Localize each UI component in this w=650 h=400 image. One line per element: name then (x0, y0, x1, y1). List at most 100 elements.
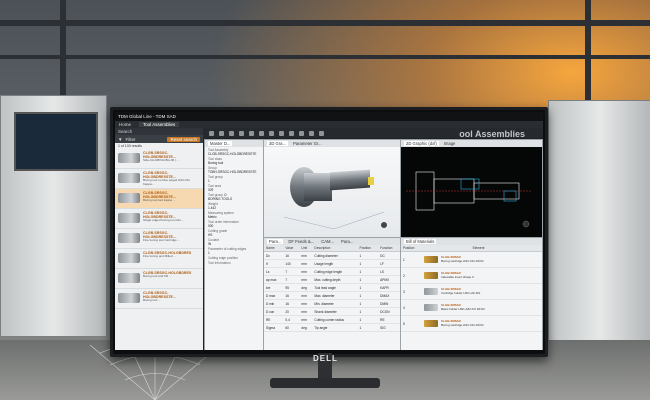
field-value[interactable]: HS (205, 233, 263, 237)
tab-params-0[interactable]: Para... (267, 239, 284, 244)
field-value[interactable]: 000 (205, 224, 263, 228)
measure-icon[interactable] (319, 130, 324, 136)
param-cell: 1 (357, 251, 379, 260)
param-cell: mm (299, 275, 313, 284)
field-value[interactable]: CLGB-SRSGC-HOLGBDRESSTE (205, 152, 263, 156)
field-value[interactable]: BORING TOOLS (205, 197, 263, 201)
bom-position: 2 (403, 273, 405, 278)
bom-col-element[interactable]: Element (470, 245, 542, 252)
bom-row[interactable]: 5 CLGB-SRSGC Boring cartridge HSC-DG DFO… (401, 316, 542, 332)
field-value[interactable]: 1.442 (205, 206, 263, 210)
param-cell: 1 (357, 275, 379, 284)
settings-icon[interactable] (299, 130, 304, 136)
2d-drawing-viewport[interactable] (401, 147, 542, 237)
title-bar: TDM Global Line - TDM SAD (115, 112, 543, 121)
table-row[interactable]: Ls 7 mm Cutting edge length 1 LS (264, 267, 400, 276)
tab-2d-graphic[interactable]: 2D Graphic (dxf) (404, 141, 439, 146)
list-item[interactable]: CLGB-SRSGC-HOLGBDRES Fine boring and Mil… (115, 249, 203, 269)
edit-icon[interactable] (239, 130, 244, 136)
menu-home[interactable]: Home (119, 122, 131, 127)
search-input[interactable]: Search (115, 128, 203, 135)
field-value[interactable]: IN (205, 242, 263, 246)
save-icon[interactable] (269, 130, 274, 136)
item-desc: Boring tool no blue edged HSC-DG Kappa..… (143, 178, 190, 186)
tab-image[interactable]: Image (442, 141, 458, 146)
param-cell: LF (378, 259, 400, 268)
filter-label[interactable]: Filter (125, 137, 135, 142)
field-value[interactable]: 1 (205, 251, 263, 255)
bom-row[interactable]: 4 CLGB-SRSGC Basic holder HSK-A63 KO DFO… (401, 300, 542, 316)
param-cell: mm (299, 259, 313, 268)
tab-master-data[interactable]: Master D... (208, 141, 233, 146)
table-row[interactable]: Dc 16 mm Cutting diameter 1 DC (264, 251, 400, 260)
component-thumbnail (424, 288, 438, 295)
master-data-panel: Master D... Tool Assembly CLGB-SRSGC-HOL… (204, 139, 264, 350)
param-cell: Dc (264, 251, 284, 260)
field-value[interactable]: 1 (205, 179, 263, 183)
add-icon[interactable] (229, 130, 234, 136)
list-item[interactable]: CLGB-SRSGC-HOLGBDRESSTE... Single edged … (115, 209, 203, 229)
bom-desc: Boring cartridge HSC-DG DFO2 (441, 258, 484, 263)
bom-row[interactable]: 3 CLGB-SRSGC Cartridge holder HSC-HK-DG (401, 284, 542, 300)
table-row[interactable]: ap max 7 mm Max. cutting depth 1 APMX (264, 275, 400, 284)
print-icon[interactable] (279, 130, 284, 136)
refresh-icon[interactable] (219, 130, 224, 136)
tab-params-1[interactable]: DF Feeds &... (286, 239, 316, 244)
3d-viewport[interactable] (264, 147, 400, 237)
view-icon[interactable] (309, 130, 314, 136)
table-row[interactable]: kre 95 deg Tool lead angle 1 KAPR (264, 283, 400, 292)
tool-thumbnail (118, 213, 140, 223)
param-cell: DC (378, 251, 400, 260)
bom-desc: Basic holder HSK-A63 KO DFO2 (441, 306, 485, 311)
param-cell: Min. diameter (312, 299, 358, 308)
list-item[interactable]: CLGB-SRSGC-HOLGBDRESSTE... Boring tool t… (115, 189, 203, 209)
list-item[interactable]: CLGB-SRSGC-HOLGBDRESSTE... Side-CH-R8X32… (115, 149, 203, 169)
list-item[interactable]: CLGB-SRSGC-HOLGBDRESSTE... Boring tool .… (115, 289, 203, 309)
tab-bill-of-materials[interactable]: Bill of Materials (404, 239, 437, 244)
field-value[interactable]: Metric (205, 215, 263, 219)
param-cell: 7 (283, 267, 300, 276)
bom-col-position[interactable]: Position (401, 245, 471, 252)
tool-thumbnail (118, 173, 140, 183)
table-row[interactable]: lf 140 mm Usage length 1 LF (264, 259, 400, 268)
param-cell: 7 (283, 275, 300, 284)
table-row[interactable]: D max 16 mm Max. diameter 1 DMAX (264, 291, 400, 300)
delete-icon[interactable] (259, 130, 264, 136)
export-icon[interactable] (289, 130, 294, 136)
table-row[interactable]: RE 0.4 mm Cutting corner radius 1 RE (264, 315, 400, 324)
param-cell: 95 (283, 283, 300, 292)
tab-params-2[interactable]: CAM... (319, 239, 336, 244)
field-value[interactable]: TGBH-SRSGC-HOLGBDRESSTE (205, 170, 263, 174)
bom-desc: Boring cartridge HSC-DG DFO2 (441, 322, 484, 327)
tab-parameter-graphic[interactable]: Parameter Gr... (291, 141, 324, 146)
bom-position: 3 (403, 289, 405, 294)
list-item[interactable]: CLGB-SRSGC-HOLGBDRES Boring tool and KR … (115, 269, 203, 289)
component-thumbnail (424, 272, 438, 279)
tab-tool-assemblies[interactable]: Tool Assemblies (139, 122, 180, 127)
table-row[interactable]: Sigma 60 deg Tip angle 1 SIG (264, 323, 400, 332)
list-item[interactable]: CLGB-SRSGC-HOLGBDRESSTE... Boring tool n… (115, 169, 203, 189)
field-value[interactable]: Boring tool (205, 161, 263, 165)
param-cell: deg (299, 283, 313, 292)
reset-search-button[interactable]: Reset search (167, 136, 200, 142)
tab-3d-graphic[interactable]: 3D Gra... (267, 141, 288, 146)
back-icon[interactable] (209, 130, 214, 136)
bom-desc: Indexable insert shape C (441, 274, 475, 279)
3d-tool-model (283, 167, 387, 230)
filter-icon[interactable]: ▼ (118, 137, 122, 142)
filter-bar: ▼ Filter Reset search (115, 135, 203, 143)
list-item[interactable]: CLGB-SRSGC-HOLGBDRESSTE... Fine boring t… (115, 229, 203, 249)
table-row[interactable]: D con 20 mm Shank diameter 1 DCON (264, 307, 400, 316)
copy-icon[interactable] (249, 130, 254, 136)
param-cell: Max. diameter (312, 291, 358, 300)
param-cell: 1 (357, 315, 379, 324)
field-value[interactable]: 029 (205, 188, 263, 192)
param-cell: RE (378, 315, 400, 324)
param-cell: 16 (283, 291, 300, 300)
ceiling-beam (0, 55, 650, 59)
table-row[interactable]: D min 16 mm Min. diameter 1 DMIN (264, 299, 400, 308)
param-cell: 1 (357, 283, 379, 292)
tab-params-3[interactable]: Para... (339, 239, 355, 244)
bom-row[interactable]: 1 CLGB-SRSGC Boring cartridge HSC-DG DFO… (401, 252, 542, 268)
bom-row[interactable]: 2 CLGB-SRSGC Indexable insert shape C (401, 268, 542, 284)
